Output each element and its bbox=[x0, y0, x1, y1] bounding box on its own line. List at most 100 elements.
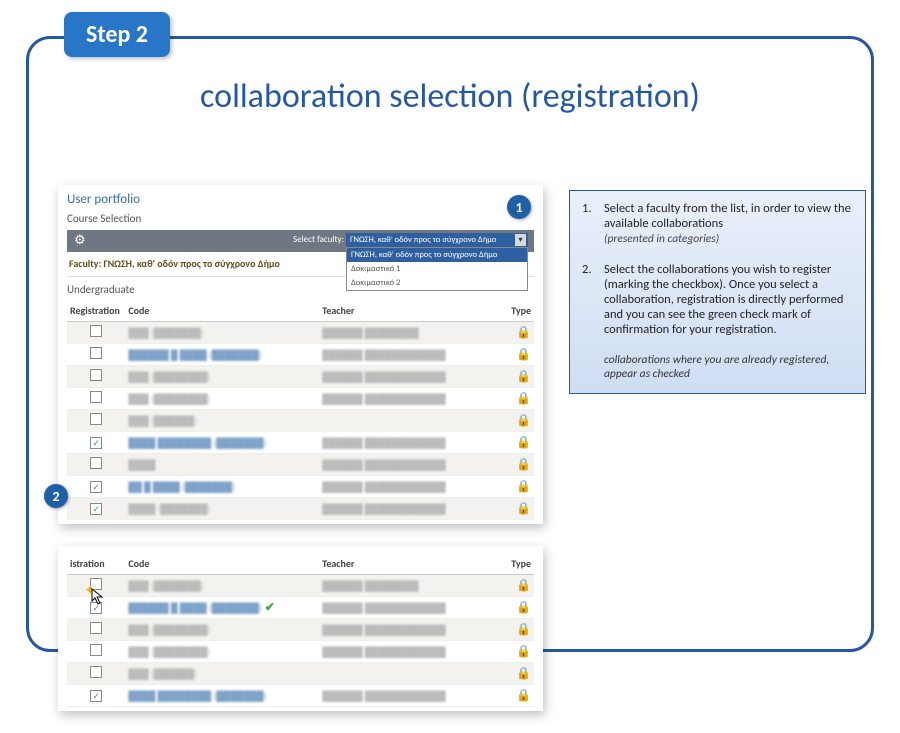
lock-icon: 🔒 bbox=[496, 685, 534, 707]
course-code: ███ (███████) bbox=[128, 580, 203, 592]
course-code: ███ (████████) bbox=[128, 393, 210, 405]
table-row: ███ (██████)🔒 bbox=[67, 663, 534, 685]
table-row: ██████ █ ████ (███████) ██████ ██████████… bbox=[67, 344, 534, 366]
faculty-select-value[interactable]: ΓΝΩΣΗ, καθ' οδόν προς το σύγχρονο Δήμο ▾ bbox=[346, 233, 528, 247]
lock-icon: 🔒 bbox=[496, 498, 534, 520]
col-registration: istration bbox=[67, 553, 125, 575]
registration-checkbox[interactable]: ✓ bbox=[90, 503, 102, 515]
teacher-name: ██████ ████████████ bbox=[322, 371, 445, 383]
registration-checkbox[interactable]: ✓ bbox=[90, 690, 102, 702]
lock-icon: 🔒 bbox=[496, 641, 534, 663]
col-code: Code bbox=[125, 300, 319, 322]
lock-icon: 🔒 bbox=[496, 410, 534, 432]
table-row: ████ ██████ ████████████ 🔒 bbox=[67, 454, 534, 476]
lock-icon: 🔒 bbox=[496, 454, 534, 476]
registration-checkbox[interactable]: ✓ bbox=[90, 602, 102, 614]
faculty-select[interactable]: ΓΝΩΣΗ, καθ' οδόν προς το σύγχρονο Δήμο ▾… bbox=[346, 233, 528, 291]
table-row: ███ (████████) ██████ ████████████ 🔒 bbox=[67, 619, 534, 641]
confirm-check-icon: ✔ bbox=[265, 601, 275, 615]
course-code[interactable]: ████ ████████ (███████) bbox=[128, 437, 266, 449]
user-portfolio-heading: User portfolio bbox=[67, 192, 534, 207]
table-row: ███ (████████) ██████ ████████████ 🔒 bbox=[67, 366, 534, 388]
registration-checkbox[interactable] bbox=[90, 622, 102, 634]
course-code[interactable]: ██████ █ ████ (███████) bbox=[128, 349, 261, 361]
instruction-1-number: 1. bbox=[582, 201, 604, 246]
table-row: ███ (████████) ██████ ████████████ 🔒 bbox=[67, 388, 534, 410]
teacher-name: ██████ ████████ bbox=[322, 327, 418, 339]
registration-checkbox[interactable] bbox=[90, 369, 102, 381]
col-teacher: Teacher bbox=[319, 300, 496, 322]
col-type: Type bbox=[496, 553, 534, 575]
table-row: ✓ ██████ █ ████ (███████) ✔ ██████ ████████… bbox=[67, 597, 534, 619]
registration-checkbox[interactable] bbox=[90, 666, 102, 678]
teacher-name: ██████ ████████████ bbox=[322, 481, 445, 493]
course-code[interactable]: ██████ █ ████ (███████) bbox=[128, 602, 261, 614]
course-code: ████ bbox=[128, 459, 155, 471]
registration-checkbox[interactable] bbox=[90, 347, 102, 359]
courses-table-1: Registration Code Teacher Type ███ (████… bbox=[67, 300, 534, 520]
instruction-2-number: 2. bbox=[582, 262, 604, 337]
course-code: ███ (████████) bbox=[128, 646, 210, 658]
course-code: ███ (██████) bbox=[128, 415, 197, 427]
lock-icon: 🔒 bbox=[496, 575, 534, 597]
course-code: ███ (████████) bbox=[128, 624, 210, 636]
lock-icon: 🔒 bbox=[496, 476, 534, 498]
course-selection-heading: Course Selection bbox=[67, 212, 534, 225]
course-code: ████ (███████) bbox=[128, 503, 210, 515]
course-code: ███ (███████) bbox=[128, 327, 203, 339]
course-code[interactable]: ██ █ ████ (███████) bbox=[128, 481, 234, 493]
course-code[interactable]: ████ ████████ (███████) bbox=[128, 690, 266, 702]
callout-bubble-1: 1 bbox=[507, 195, 531, 219]
col-type: Type bbox=[496, 300, 534, 322]
lock-icon: 🔒 bbox=[496, 322, 534, 344]
registration-checkbox[interactable]: ✓ bbox=[90, 437, 102, 449]
course-code: ███ (██████) bbox=[128, 668, 197, 680]
registration-checkbox[interactable] bbox=[90, 457, 102, 469]
faculty-dropdown[interactable]: ΓΝΩΣΗ, καθ' οδόν προς το σύγχρονο Δήμο Δ… bbox=[346, 247, 528, 291]
chevron-down-icon[interactable]: ▾ bbox=[515, 234, 526, 246]
teacher-name: ██████ ████████████ bbox=[322, 646, 445, 658]
faculty-option[interactable]: Δοκιμαστικό 2 bbox=[347, 276, 527, 290]
teacher-name: ██████ ████████████ bbox=[322, 393, 445, 405]
teacher-name: ██████ ████████ bbox=[322, 580, 418, 592]
col-registration: Registration bbox=[67, 300, 125, 322]
course-code: ███ (████████) bbox=[128, 371, 210, 383]
instruction-2: 2. Select the collaborations you wish to… bbox=[582, 262, 853, 337]
select-faculty-label: Select faculty: bbox=[293, 234, 344, 245]
registration-checkbox[interactable] bbox=[90, 325, 102, 337]
lock-icon: 🔒 bbox=[496, 366, 534, 388]
instruction-note: collaborations where you are already reg… bbox=[582, 353, 853, 381]
faculty-select-text: ΓΝΩΣΗ, καθ' οδόν προς το σύγχρονο Δήμο bbox=[350, 235, 496, 245]
panel-faculty-select: User portfolio Course Selection ⚙ Select… bbox=[58, 185, 543, 524]
registration-checkbox[interactable]: ✓ bbox=[90, 481, 102, 493]
registration-checkbox[interactable] bbox=[90, 391, 102, 403]
table-row: ✓ ████ ████████ (███████) ██████ █████████… bbox=[67, 685, 534, 707]
instructions-box: 1. Select a faculty from the list, in or… bbox=[569, 190, 866, 394]
table-row: ✓ ████ (███████) ██████ ████████████ 🔒 bbox=[67, 498, 534, 520]
courses-table-2: istration Code Teacher Type ███ (███████… bbox=[67, 553, 534, 707]
callout-bubble-2: 2 bbox=[44, 484, 68, 508]
registration-checkbox[interactable] bbox=[90, 578, 102, 590]
teacher-name: ██████ ████████████ bbox=[322, 624, 445, 636]
teacher-name: ██████ ████████████ bbox=[322, 602, 445, 614]
teacher-name: ██████ ████████████ bbox=[322, 503, 445, 515]
lock-icon: 🔒 bbox=[496, 388, 534, 410]
teacher-name: ██████ ████████████ bbox=[322, 349, 445, 361]
lock-icon: 🔒 bbox=[496, 619, 534, 641]
registration-checkbox[interactable] bbox=[90, 413, 102, 425]
table-row: ███ (███████) ██████ ████████ 🔒 bbox=[67, 322, 534, 344]
instruction-2-text: Select the collaborations you wish to re… bbox=[604, 262, 843, 337]
faculty-option[interactable]: Δοκιμαστικό 1 bbox=[347, 262, 527, 276]
table-row: ███ (████████) ██████ ████████████ 🔒 bbox=[67, 641, 534, 663]
table-row: ███ (███████) ██████ ████████ 🔒 bbox=[67, 575, 534, 597]
teacher-name: ██████ ████████████ bbox=[322, 690, 445, 702]
screenshot-panels: User portfolio Course Selection ⚙ Select… bbox=[58, 185, 543, 733]
table-row: ✓ ████ ████████ (███████) ██████ █████████… bbox=[67, 432, 534, 454]
teacher-name: ██████ ████████████ bbox=[322, 459, 445, 471]
col-code: Code bbox=[125, 553, 319, 575]
teacher-name: ██████ ████████████ bbox=[322, 437, 445, 449]
registration-checkbox[interactable] bbox=[90, 644, 102, 656]
gear-icon[interactable]: ⚙ bbox=[67, 230, 93, 251]
step-badge: Step 2 bbox=[64, 12, 170, 57]
faculty-option[interactable]: ΓΝΩΣΗ, καθ' οδόν προς το σύγχρονο Δήμο bbox=[347, 248, 527, 262]
